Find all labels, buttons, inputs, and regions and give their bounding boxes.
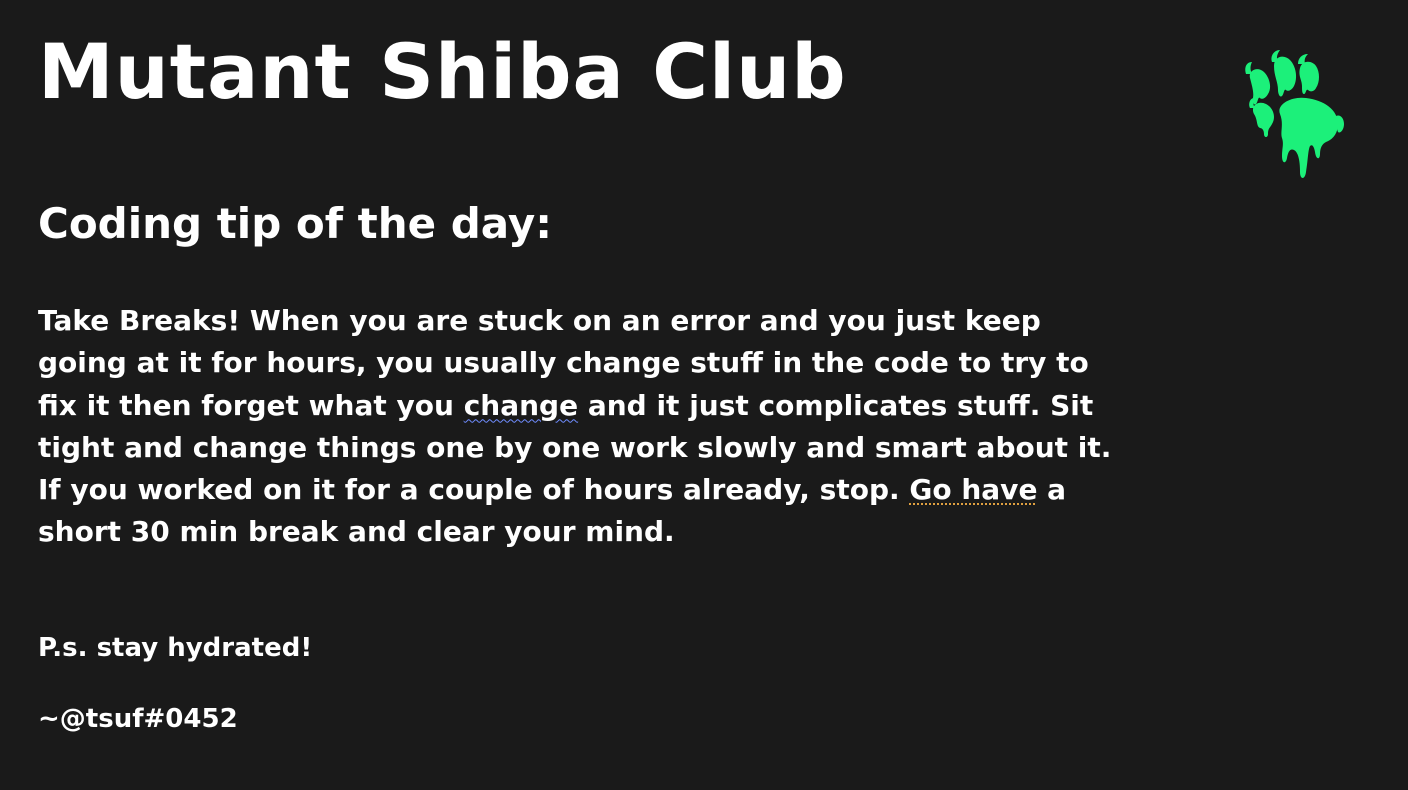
paw-icon	[1245, 50, 1344, 178]
grammar-flagged-phrase[interactable]: Go have	[909, 473, 1037, 506]
postscript: P.s. stay hydrated!	[38, 633, 313, 663]
paw-claw	[1245, 62, 1252, 74]
tip-heading: Coding tip of the day:	[38, 199, 553, 248]
paw-toe-middle	[1274, 56, 1297, 97]
paw-main-pad	[1279, 97, 1338, 178]
paw-toe-right	[1299, 61, 1319, 94]
slide-title: Mutant Shiba Club	[38, 27, 847, 116]
author-signature: ~@tsuf#0452	[38, 704, 238, 734]
paw-toe-left-bottom	[1252, 102, 1274, 137]
tip-paragraph: Take Breaks! When you are stuck on an er…	[38, 300, 1128, 554]
spellcheck-flagged-word[interactable]: change	[464, 389, 578, 422]
